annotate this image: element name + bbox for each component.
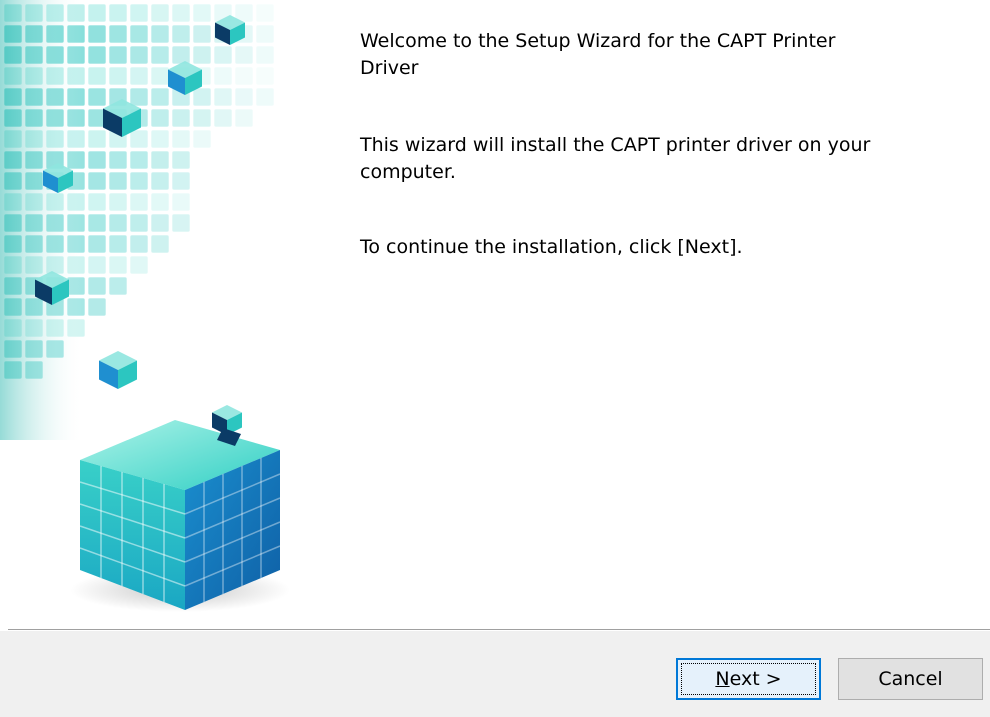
next-button[interactable]: Next > — [676, 658, 821, 700]
focus-rect — [681, 663, 816, 695]
continue-instruction: To continue the installation, click [Nex… — [360, 236, 743, 258]
wizard-description: This wizard will install the CAPT printe… — [360, 134, 871, 183]
cube-blocks-icon — [0, 0, 290, 612]
cancel-button-label: Cancel — [878, 668, 943, 690]
welcome-title: Welcome to the Setup Wizard for the CAPT… — [360, 30, 836, 79]
wizard-banner — [0, 0, 330, 628]
cancel-button[interactable]: Cancel — [838, 658, 983, 700]
setup-wizard-window: Welcome to the Setup Wizard for the CAPT… — [0, 0, 990, 717]
